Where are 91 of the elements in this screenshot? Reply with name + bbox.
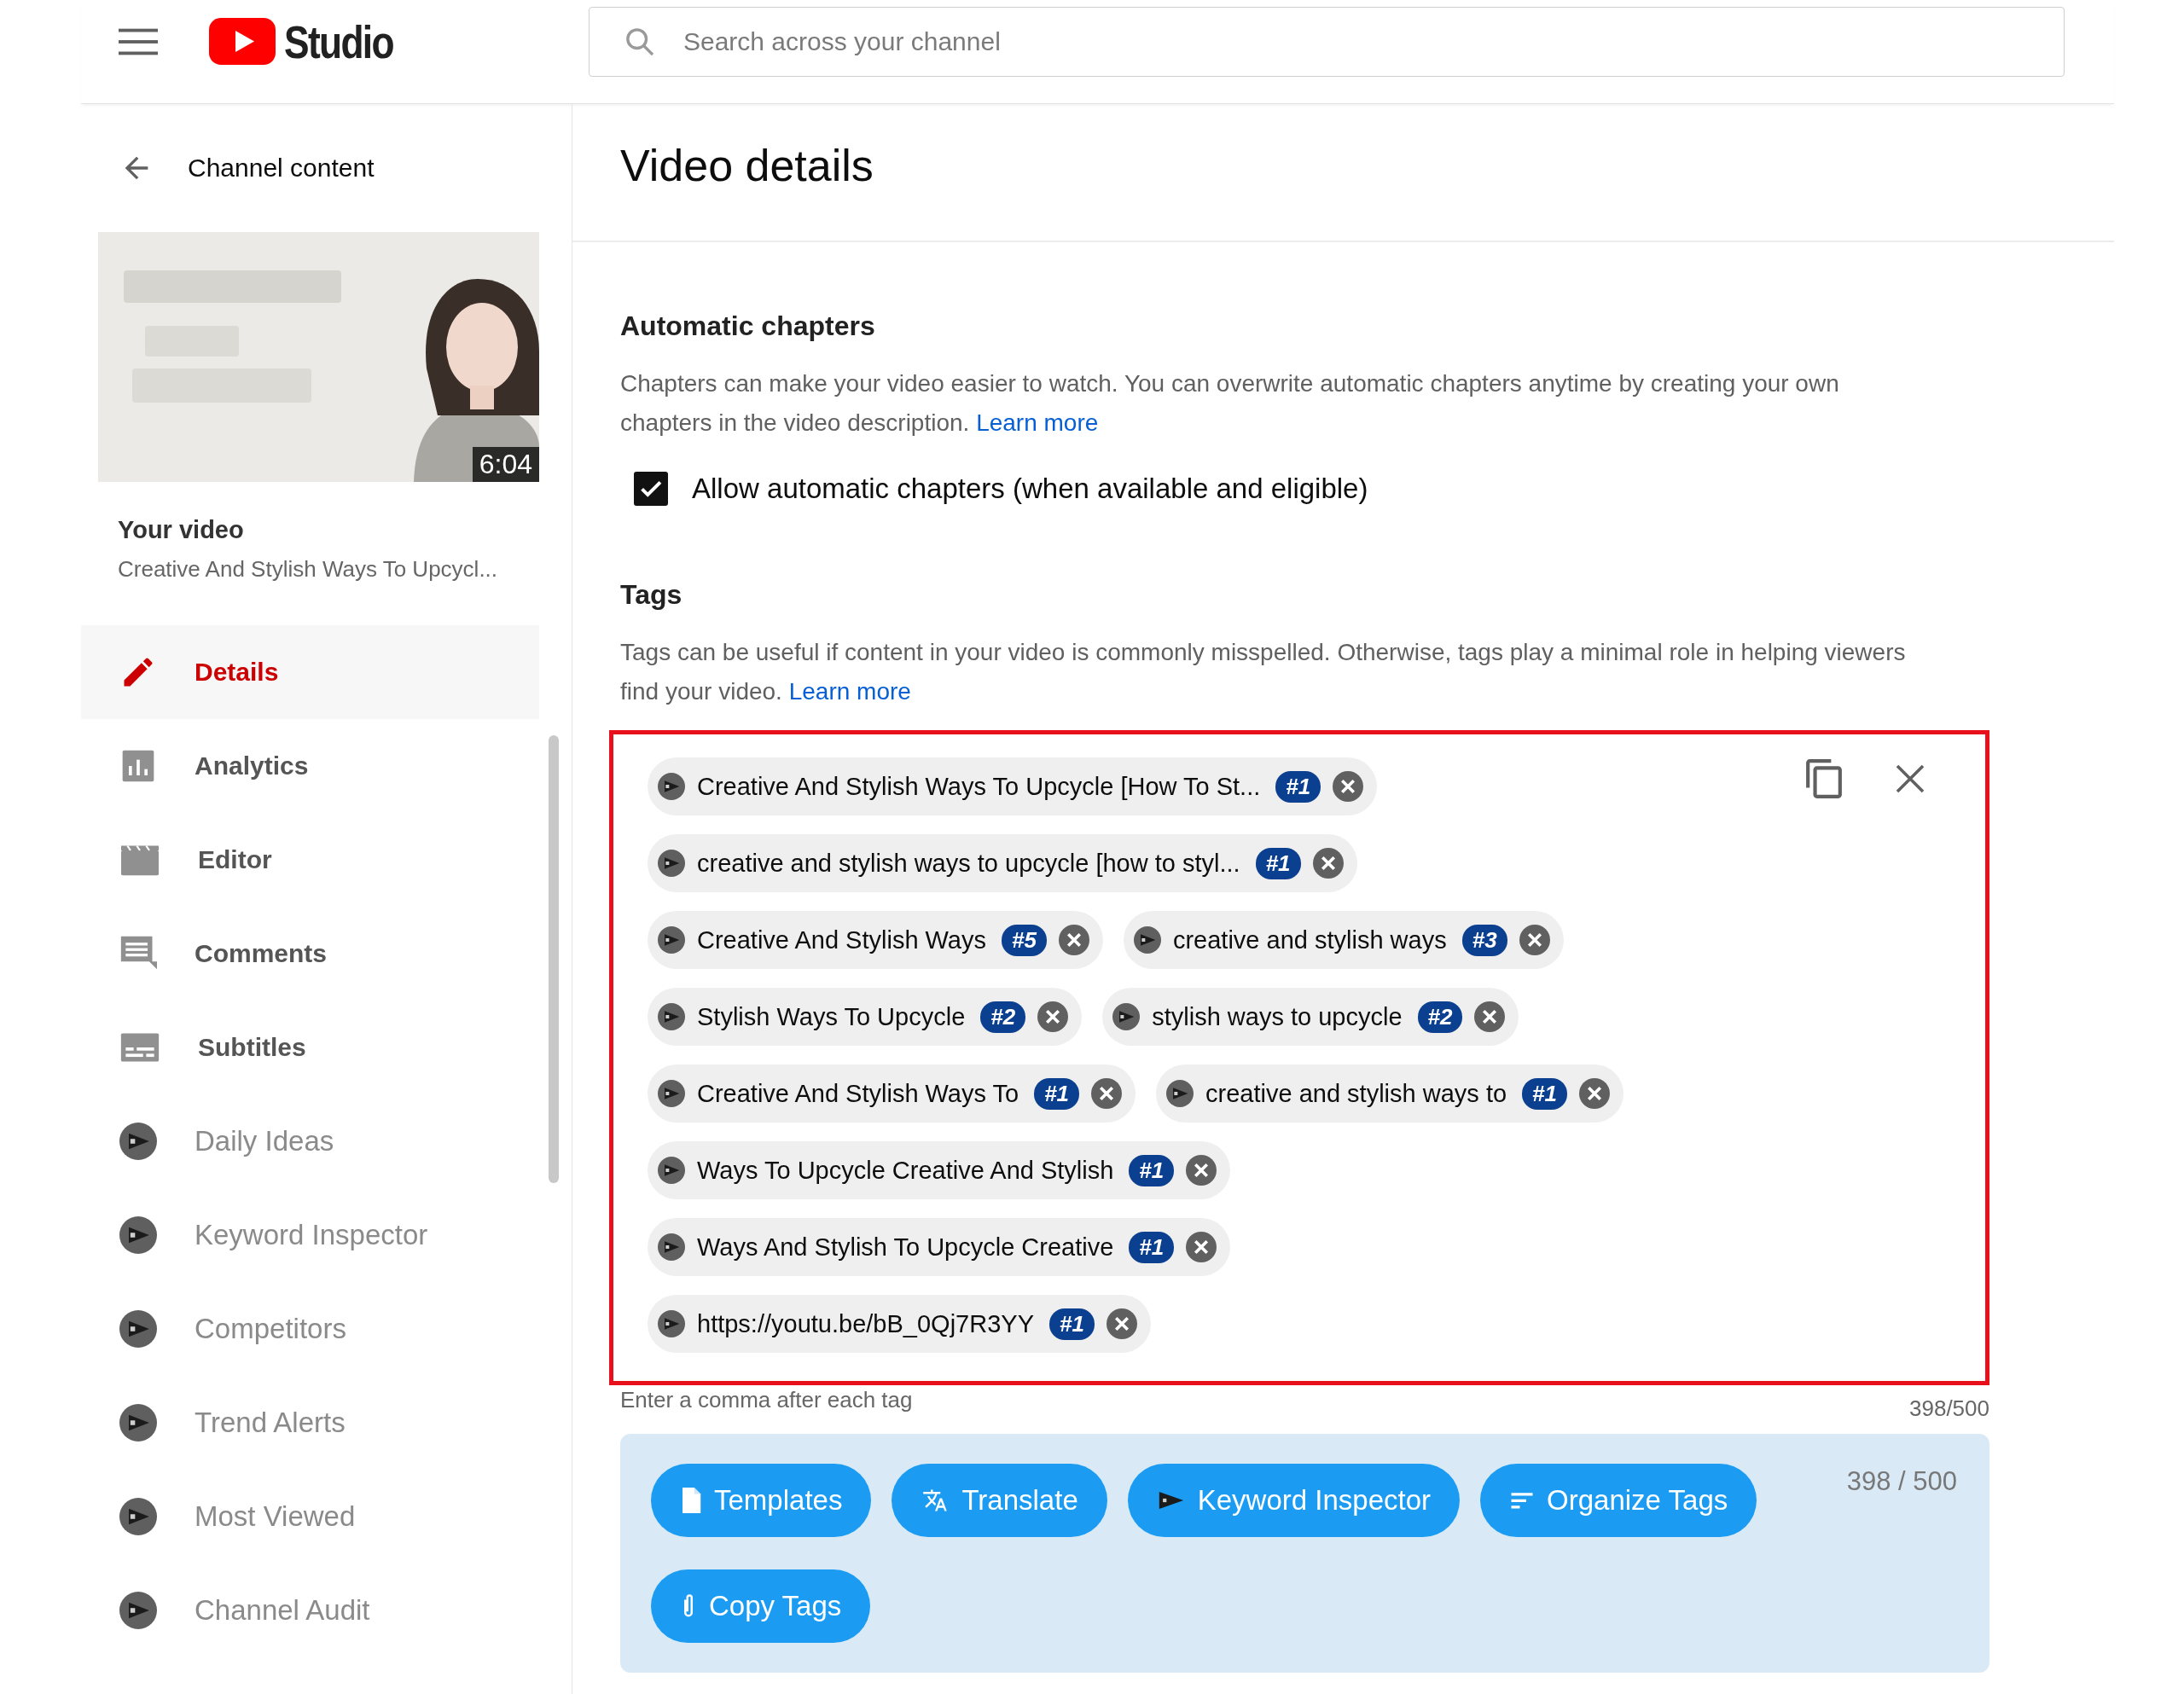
- rank-badge: #1: [1522, 1077, 1567, 1110]
- remove-icon[interactable]: [1186, 1155, 1217, 1186]
- remove-icon[interactable]: [1579, 1078, 1610, 1109]
- remove-icon[interactable]: [1333, 771, 1364, 802]
- sidebar-item[interactable]: Subtitles: [81, 1001, 539, 1094]
- tag-text: stylish ways to upcycle: [1152, 1002, 1403, 1031]
- logo-text: Studio: [284, 15, 393, 68]
- section-description: Chapters can make your video easier to watch. You can overwrite automatic chapters anytime by creating your own chapters in the video description. Learn more: [620, 369, 1840, 438]
- sidebar-item[interactable]: Comments: [81, 907, 539, 1001]
- tag-text: Creative And Stylish Ways: [697, 925, 986, 954]
- tag-text: Ways To Upcycle Creative And Stylish: [697, 1156, 1114, 1185]
- remove-icon[interactable]: [1186, 1232, 1217, 1262]
- remove-icon[interactable]: [1474, 1001, 1506, 1032]
- remove-icon[interactable]: [1106, 1308, 1137, 1339]
- rank-badge: #1: [1129, 1154, 1175, 1186]
- pennant-badge-icon: [1112, 1003, 1141, 1030]
- pennant-badge-icon: [658, 1233, 685, 1261]
- section-heading: Automatic chapters: [620, 310, 876, 342]
- tag-text: creative and stylish ways to: [1205, 1079, 1507, 1108]
- pennant-badge-icon: [658, 850, 685, 877]
- pennant-badge-icon: [119, 1216, 157, 1254]
- rank-badge: #3: [1461, 924, 1507, 956]
- character-count: 398 / 500: [1846, 1466, 1957, 1497]
- pennant-badge-icon: [119, 1498, 157, 1535]
- pennant-badge-icon: [658, 926, 685, 954]
- pennant-badge-icon: [658, 1157, 685, 1184]
- hint-text: Enter a comma after each tag: [620, 1387, 913, 1414]
- remove-icon[interactable]: [1312, 848, 1344, 879]
- rank-badge: #1: [1255, 847, 1301, 879]
- tag-text: Ways And Stylish To Upcycle Creative: [697, 1233, 1114, 1262]
- pennant-badge-icon: [658, 773, 685, 800]
- rank-badge: #1: [1034, 1077, 1080, 1110]
- scrollbar[interactable]: [549, 735, 559, 1183]
- rank-badge: #1: [1049, 1308, 1095, 1340]
- checkbox-label[interactable]: Allow automatic chapters (when available and eligible): [692, 473, 1368, 505]
- video-title: Creative And Stylish Ways To Upcycl...: [118, 556, 499, 583]
- tags-field[interactable]: [609, 730, 1989, 1385]
- document-icon: [680, 1488, 702, 1513]
- tag-chip[interactable]: creative and stylish ways #3: [1123, 911, 1564, 969]
- remove-icon[interactable]: [1091, 1078, 1123, 1109]
- sidebar-item[interactable]: Details: [81, 625, 539, 719]
- tag-text: Stylish Ways To Upcycle: [697, 1002, 966, 1031]
- tag-chip[interactable]: stylish ways to upcycle #2: [1102, 988, 1519, 1046]
- tag-chip[interactable]: Creative And Stylish Ways To #1: [648, 1065, 1136, 1123]
- pennant-badge-icon: [119, 1404, 157, 1442]
- pennant-badge-icon: [119, 1123, 157, 1160]
- section-heading: Tags: [620, 579, 683, 611]
- pennant-badge-icon: [658, 1080, 685, 1107]
- tag-chip[interactable]: Ways And Stylish To Upcycle Creative #1: [648, 1218, 1231, 1276]
- remove-icon[interactable]: [1037, 1001, 1069, 1032]
- page-title: Video details: [572, 104, 2114, 242]
- play-logo-icon: [209, 18, 276, 65]
- pennant-badge-icon: [119, 1592, 157, 1629]
- search-field[interactable]: Search across your channel: [588, 6, 2065, 77]
- tag-chip[interactable]: Ways To Upcycle Creative And Stylish #1: [648, 1141, 1231, 1199]
- tag-chip[interactable]: creative and stylish ways to #1: [1156, 1065, 1623, 1123]
- tag-chip[interactable]: creative and stylish ways to upcycle [how to styl... #1: [648, 834, 1357, 892]
- subtitles-icon: [119, 1030, 160, 1065]
- tag-chip[interactable]: Creative And Stylish Ways #5: [648, 911, 1103, 969]
- rank-badge: #1: [1275, 770, 1321, 803]
- back-link[interactable]: Channel content: [188, 154, 375, 183]
- rank-badge: #1: [1129, 1231, 1175, 1263]
- rank-badge: #2: [1417, 1001, 1463, 1033]
- tag-chip[interactable]: https://youtu.be/bB_0Qj7R3YY #1: [648, 1295, 1151, 1353]
- close-icon[interactable]: [1895, 763, 1926, 794]
- tag-text: creative and stylish ways to upcycle [how to styl...: [697, 849, 1240, 878]
- rank-badge: #2: [980, 1001, 1026, 1033]
- video-heading: Your video: [118, 516, 245, 544]
- sidebar-item[interactable]: Editor: [81, 813, 539, 907]
- checkbox[interactable]: [634, 472, 668, 506]
- remove-icon[interactable]: [1519, 925, 1550, 955]
- pennant-badge-icon: [1133, 926, 1161, 954]
- rank-badge: #5: [1002, 924, 1047, 956]
- video-duration: 6:04: [472, 447, 539, 482]
- sidebar-item[interactable]: Analytics: [81, 719, 539, 813]
- pennant-badge-icon: [658, 1003, 685, 1030]
- copy-icon[interactable]: [1804, 757, 1844, 801]
- pennant-badge-icon: [658, 1310, 685, 1337]
- tag-text: Creative And Stylish Ways To Upcycle [How To St...: [697, 772, 1261, 801]
- tag-text: creative and stylish ways: [1172, 925, 1447, 954]
- tag-chip[interactable]: Creative And Stylish Ways To Upcycle [How To St... #1: [648, 757, 1378, 815]
- character-count: 398/500: [1909, 1395, 1989, 1422]
- pennant-badge-icon: [1166, 1080, 1194, 1107]
- learn-more-link[interactable]: Learn more: [976, 409, 1099, 436]
- section-description: Tags can be useful if content in your video is commonly misspelled. Otherwise, tags play a minimal role in helping viewers find your video. Learn more: [620, 638, 1907, 706]
- remove-icon[interactable]: [1058, 925, 1089, 955]
- pennant-badge-icon: [119, 1310, 157, 1348]
- tag-text: Creative And Stylish Ways To: [697, 1079, 1019, 1108]
- tag-chip[interactable]: Stylish Ways To Upcycle #2: [648, 988, 1083, 1046]
- learn-more-link[interactable]: Learn more: [788, 678, 911, 705]
- tag-text: https://youtu.be/bB_0Qj7R3YY: [697, 1309, 1034, 1338]
